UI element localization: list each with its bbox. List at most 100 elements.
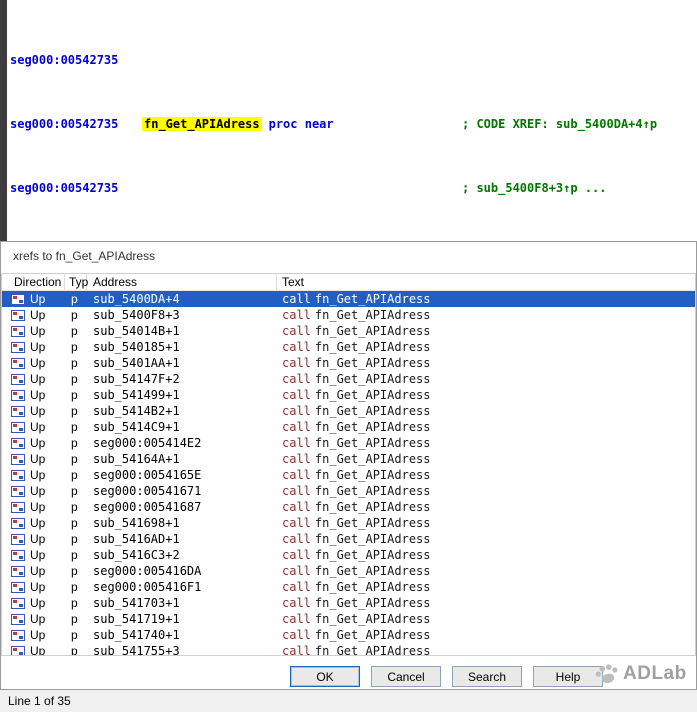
xref-row[interactable]: Uppseg000:00541687callfn_Get_APIAdress bbox=[2, 499, 695, 515]
xref-row[interactable]: Uppsub_54147F+2callfn_Get_APIAdress bbox=[2, 371, 695, 387]
xref-target-name: fn_Get_APIAdress bbox=[315, 420, 431, 434]
status-text: Line 1 of 35 bbox=[8, 694, 71, 708]
xref-type: p bbox=[65, 500, 87, 514]
column-header-address[interactable]: Address bbox=[87, 274, 277, 290]
dialog-title: xrefs to fn_Get_APIAdress bbox=[13, 249, 155, 263]
xref-address: sub_5414B2+1 bbox=[87, 404, 277, 418]
xref-direction: Up bbox=[30, 420, 45, 434]
xref-direction-cell: Up bbox=[2, 452, 65, 466]
xref-address: sub_5416C3+2 bbox=[87, 548, 277, 562]
dialog-titlebar[interactable]: xrefs to fn_Get_APIAdress bbox=[1, 242, 696, 272]
xref-address: sub_541499+1 bbox=[87, 388, 277, 402]
xref-direction-cell: Up bbox=[2, 516, 65, 530]
xref-row[interactable]: Uppseg000:0054165Ecallfn_Get_APIAdress bbox=[2, 467, 695, 483]
xref-target-name: fn_Get_APIAdress bbox=[315, 596, 431, 610]
xref-target-name: fn_Get_APIAdress bbox=[315, 340, 431, 354]
xref-address: sub_541719+1 bbox=[87, 612, 277, 626]
asm-line[interactable]: seg000:00542735fn_Get_APIAdressproc near… bbox=[0, 116, 697, 132]
xref-up-icon bbox=[11, 454, 25, 465]
xref-row[interactable]: Uppsub_541698+1callfn_Get_APIAdress bbox=[2, 515, 695, 531]
xref-target-name: fn_Get_APIAdress bbox=[315, 548, 431, 562]
xref-up-icon bbox=[11, 614, 25, 625]
xref-up-icon bbox=[11, 358, 25, 369]
asm-address: seg000:00542735 bbox=[10, 180, 118, 196]
xref-text: callfn_Get_APIAdress bbox=[277, 372, 695, 386]
asm-comment: ; sub_5400F8+3↑p ... bbox=[462, 180, 607, 196]
xref-call-mnemonic: call bbox=[282, 452, 311, 466]
column-header-direction[interactable]: Direction bbox=[2, 274, 65, 290]
xref-up-icon bbox=[11, 326, 25, 337]
xref-address: sub_540185+1 bbox=[87, 340, 277, 354]
xref-row[interactable]: Uppseg000:00541671callfn_Get_APIAdress bbox=[2, 483, 695, 499]
search-button[interactable]: Search bbox=[452, 666, 522, 687]
xref-row[interactable]: Uppsub_541740+1callfn_Get_APIAdress bbox=[2, 627, 695, 643]
xref-text: callfn_Get_APIAdress bbox=[277, 532, 695, 546]
xref-direction: Up bbox=[30, 484, 45, 498]
adlab-logo-text: ADLab bbox=[623, 663, 687, 685]
xref-direction: Up bbox=[30, 628, 45, 642]
asm-line[interactable]: seg000:00542735 ; sub_5400F8+3↑p ... bbox=[0, 180, 697, 196]
xref-text: callfn_Get_APIAdress bbox=[277, 516, 695, 530]
xref-text: call fn_Get_APIAdress bbox=[277, 340, 695, 354]
xref-up-icon bbox=[11, 630, 25, 641]
xref-target-name: fn_Get_APIAdress bbox=[315, 436, 431, 450]
xref-up-icon bbox=[11, 406, 25, 417]
xref-address: sub_541740+1 bbox=[87, 628, 277, 642]
ok-button[interactable]: OK bbox=[290, 666, 360, 687]
xref-type: p bbox=[65, 324, 87, 338]
xref-target-name: fn_Get_APIAdress bbox=[315, 612, 431, 626]
xref-direction: Up bbox=[30, 356, 45, 370]
xref-row[interactable]: Uppsub_5414B2+1callfn_Get_APIAdress bbox=[2, 403, 695, 419]
xref-direction-cell: Up bbox=[2, 500, 65, 514]
xref-row[interactable]: Uppseg000:005414E2callfn_Get_APIAdress bbox=[2, 435, 695, 451]
xref-address: sub_5414C9+1 bbox=[87, 420, 277, 434]
xref-target-name: fn_Get_APIAdress bbox=[315, 372, 431, 386]
xref-call-mnemonic: call bbox=[282, 548, 311, 562]
xref-type: p bbox=[65, 596, 87, 610]
xref-row[interactable]: Uppsub_54164A+1callfn_Get_APIAdress bbox=[2, 451, 695, 467]
xref-address: sub_5401AA+1 bbox=[87, 356, 277, 370]
xref-row[interactable]: Uppsub_54014B+1callfn_Get_APIAdress bbox=[2, 323, 695, 339]
asm-address: seg000:00542735 bbox=[10, 116, 118, 132]
xref-text: callfn_Get_APIAdress bbox=[277, 612, 695, 626]
xref-target-name: fn_Get_APIAdress bbox=[315, 564, 431, 578]
xref-list: Direction Typ Address Text Uppsub_5400DA… bbox=[1, 273, 696, 656]
xref-row[interactable]: Uppsub_5401AA+1callfn_Get_APIAdress bbox=[2, 355, 695, 371]
cancel-button[interactable]: Cancel bbox=[371, 666, 441, 687]
column-header-type[interactable]: Typ bbox=[65, 274, 87, 290]
xref-row[interactable]: Uppsub_5400F8+3callfn_Get_APIAdress bbox=[2, 307, 695, 323]
xref-up-icon bbox=[11, 646, 25, 657]
xref-call-mnemonic: call bbox=[282, 516, 311, 530]
xref-text: callfn_Get_APIAdress bbox=[277, 292, 695, 306]
xref-row[interactable]: Uppsub_5416AD+1callfn_Get_APIAdress bbox=[2, 531, 695, 547]
xref-row[interactable]: Uppsub_541499+1callfn_Get_APIAdress bbox=[2, 387, 695, 403]
asm-line[interactable]: seg000:00542735 bbox=[0, 52, 697, 68]
xref-row[interactable]: Uppsub_541719+1callfn_Get_APIAdress bbox=[2, 611, 695, 627]
xref-row[interactable]: Uppsub_5400DA+4callfn_Get_APIAdress bbox=[2, 291, 695, 307]
xref-row[interactable]: Uppsub_5414C9+1callfn_Get_APIAdress bbox=[2, 419, 695, 435]
column-header-text[interactable]: Text bbox=[277, 274, 695, 290]
xref-type: p bbox=[65, 532, 87, 546]
xref-call-mnemonic: call bbox=[282, 484, 311, 498]
xref-row[interactable]: Uppseg000:005416F1callfn_Get_APIAdress bbox=[2, 579, 695, 595]
list-header: Direction Typ Address Text bbox=[2, 274, 695, 291]
xref-row[interactable]: Uppseg000:005416DAcallfn_Get_APIAdress bbox=[2, 563, 695, 579]
xref-call-mnemonic: call bbox=[282, 340, 311, 354]
xref-direction: Up bbox=[30, 308, 45, 322]
adlab-logo: ADLab bbox=[594, 662, 687, 686]
xref-type: p bbox=[65, 420, 87, 434]
xref-row[interactable]: Uppsub_5416C3+2callfn_Get_APIAdress bbox=[2, 547, 695, 563]
xref-row[interactable]: Uppsub_541703+1callfn_Get_APIAdress bbox=[2, 595, 695, 611]
xref-direction: Up bbox=[30, 612, 45, 626]
xref-up-icon bbox=[11, 294, 25, 305]
xref-up-icon bbox=[11, 502, 25, 513]
asm-address: seg000:00542735 bbox=[10, 52, 118, 68]
ida-navigation-strip[interactable] bbox=[0, 0, 7, 241]
xref-row[interactable]: Uppsub_541755+3callfn_Get_APIAdress bbox=[2, 643, 695, 656]
xref-call-mnemonic: call bbox=[282, 292, 311, 306]
disassembly-listing: seg000:00542735 seg000:00542735fn_Get_AP… bbox=[0, 0, 697, 241]
xref-row[interactable]: Uppsub_540185+1callfn_Get_APIAdress bbox=[2, 339, 695, 355]
xref-direction-cell: Up bbox=[2, 596, 65, 610]
xref-address: seg000:005416F1 bbox=[87, 580, 277, 594]
xref-type: p bbox=[65, 564, 87, 578]
